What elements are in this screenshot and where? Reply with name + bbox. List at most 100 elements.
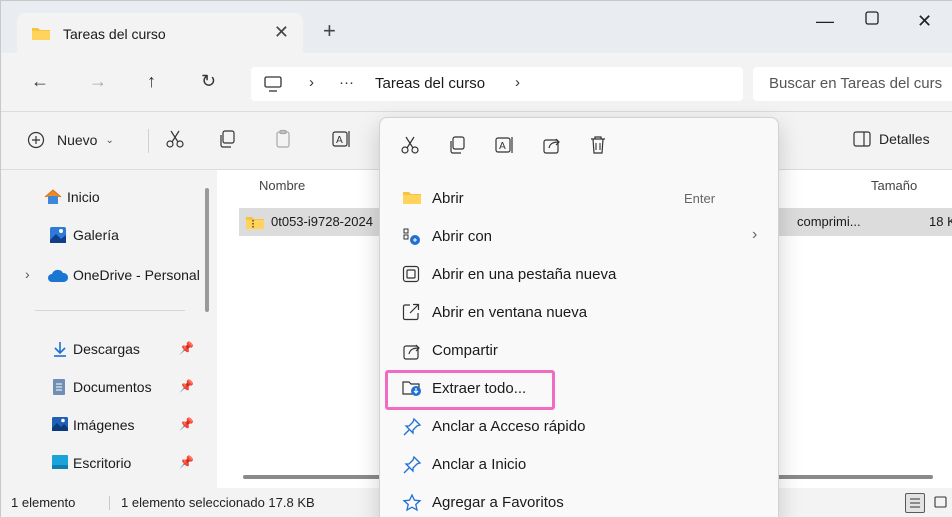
details-button[interactable]: Detalles (853, 131, 930, 147)
column-header-size[interactable]: Tamaño (871, 178, 917, 193)
tiles-view-icon[interactable] (933, 493, 949, 514)
sidebar-item-label: Descargas (73, 341, 140, 357)
sidebar-item-label: Documentos (73, 379, 152, 395)
menu-item-abrir-con[interactable]: Abrir con › (384, 218, 774, 254)
file-name: 0t053-i9728-2024 (271, 214, 373, 229)
maximize-icon[interactable] (865, 9, 879, 30)
copy-icon[interactable] (447, 135, 467, 158)
file-size: 18 KB (929, 214, 952, 229)
copy-icon[interactable] (217, 129, 237, 152)
pictures-icon (51, 416, 69, 435)
selection-info: 1 elemento seleccionado 17.8 KB (121, 495, 315, 510)
svg-text:A: A (499, 141, 506, 152)
menu-item-compartir[interactable]: Compartir (384, 332, 774, 368)
sidebar-item-label: Escritorio (73, 455, 132, 471)
pin-icon[interactable]: 📌 (179, 455, 194, 469)
menu-item-anclar-acceso-rapido[interactable]: Anclar a Acceso rápido (384, 408, 774, 444)
chevron-right-icon[interactable]: › (25, 266, 30, 282)
chevron-right-icon[interactable]: › (309, 74, 314, 91)
gallery-icon (49, 226, 67, 247)
refresh-icon[interactable]: ↻ (201, 71, 216, 92)
trash-icon[interactable] (589, 135, 607, 158)
sidebar-item-documentos[interactable]: Documentos 📌 (1, 370, 201, 404)
column-header-name[interactable]: Nombre (259, 178, 305, 193)
menu-item-label: Abrir en ventana nueva (432, 304, 588, 321)
tab-title: Tareas del curso (63, 26, 166, 42)
document-icon (51, 378, 67, 399)
tab-tareas-del-curso[interactable]: Tareas del curso ✕ (17, 13, 303, 55)
menu-item-label: Compartir (432, 342, 498, 359)
sidebar-item-label: OneDrive - Personal (73, 267, 200, 283)
navigation-pane: Inicio Galería › OneDrive - Personal Des… (1, 170, 215, 488)
back-arrow-icon[interactable]: ← (31, 71, 49, 92)
menu-item-label: Abrir (432, 190, 464, 207)
details-pane-icon (853, 131, 871, 147)
pin-icon[interactable]: 📌 (179, 341, 194, 355)
paste-icon[interactable] (273, 129, 293, 152)
sidebar-item-label: Galería (73, 227, 119, 243)
cut-icon[interactable] (165, 129, 185, 152)
sidebar-item-inicio[interactable]: Inicio (1, 180, 201, 214)
chevron-right-icon: › (752, 226, 758, 243)
breadcrumb-tareas-del-curso[interactable]: Tareas del curso (375, 75, 485, 92)
chevron-down-icon: ⌄ (105, 134, 114, 146)
new-tab-icon[interactable]: + (323, 20, 336, 42)
open-with-icon (402, 227, 422, 250)
menu-item-label: Abrir en una pestaña nueva (432, 266, 617, 283)
details-view-icon[interactable] (905, 493, 925, 513)
folder-icon (402, 189, 422, 208)
context-menu: A Abrir Enter Abrir con › Abrir en una p… (379, 117, 779, 517)
minimize-icon[interactable]: — (816, 11, 834, 32)
breadcrumb-ellipsis[interactable]: ··· (339, 74, 354, 91)
pin-icon[interactable]: 📌 (179, 417, 194, 431)
navigation-row: ← → ↑ ↻ › ··· Tareas del curso › Buscar … (1, 59, 952, 109)
rename-icon[interactable]: A (494, 135, 516, 158)
sidebar-item-onedrive[interactable]: › OneDrive - Personal (1, 258, 201, 292)
search-placeholder: Buscar en Tareas del curs (769, 75, 943, 92)
search-box[interactable]: Buscar en Tareas del curs (753, 67, 952, 101)
menu-item-agregar-favoritos[interactable]: Agregar a Favoritos (384, 484, 774, 517)
svg-text:A: A (336, 135, 343, 146)
sidebar-item-galeria[interactable]: Galería (1, 218, 201, 252)
close-window-icon[interactable]: ✕ (917, 11, 932, 32)
star-icon (402, 493, 422, 516)
rename-icon[interactable]: A (331, 129, 353, 152)
address-bar[interactable]: › ··· Tareas del curso › (251, 67, 743, 101)
close-tab-icon[interactable]: ✕ (274, 22, 289, 43)
menu-item-abrir[interactable]: Abrir Enter (384, 180, 774, 216)
new-button[interactable]: Nuevo ⌄ (27, 131, 114, 149)
pin-icon (402, 417, 422, 440)
share-icon[interactable] (542, 135, 562, 158)
menu-item-anclar-inicio[interactable]: Anclar a Inicio (384, 446, 774, 482)
cloud-icon (47, 269, 69, 286)
download-arrow-icon (51, 340, 69, 361)
highlight-box (385, 370, 555, 410)
tab-bar: Tareas del curso ✕ + — ✕ (1, 1, 952, 55)
shortcut-label: Enter (684, 191, 716, 206)
forward-arrow-icon[interactable]: → (89, 71, 107, 92)
cut-icon[interactable] (400, 135, 420, 158)
sidebar-item-descargas[interactable]: Descargas 📌 (1, 332, 201, 366)
sidebar-item-escritorio[interactable]: Escritorio 📌 (1, 446, 201, 480)
sidebar-item-imagenes[interactable]: Imágenes 📌 (1, 408, 201, 442)
pin-icon[interactable]: 📌 (179, 379, 194, 393)
zip-folder-icon (245, 214, 265, 233)
context-quick-actions: A (380, 118, 778, 172)
desktop-icon (51, 454, 69, 473)
sidebar-scrollbar[interactable] (205, 188, 209, 312)
sidebar-item-label: Inicio (67, 189, 100, 205)
home-icon (43, 188, 63, 209)
menu-item-label: Anclar a Acceso rápido (432, 418, 586, 435)
item-count: 1 elemento (11, 495, 76, 510)
folder-icon (31, 25, 51, 44)
menu-item-abrir-pestana[interactable]: Abrir en una pestaña nueva (384, 256, 774, 292)
pin-icon (402, 455, 422, 478)
chevron-right-icon[interactable]: › (515, 74, 520, 91)
menu-item-label: Abrir con (432, 228, 493, 245)
new-tab-icon (402, 265, 420, 286)
status-separator (109, 496, 110, 510)
plus-circle-icon (27, 131, 45, 149)
menu-item-abrir-ventana[interactable]: Abrir en ventana nueva (384, 294, 774, 330)
menu-item-label: Agregar a Favoritos (432, 494, 564, 511)
up-arrow-icon[interactable]: ↑ (147, 71, 156, 92)
